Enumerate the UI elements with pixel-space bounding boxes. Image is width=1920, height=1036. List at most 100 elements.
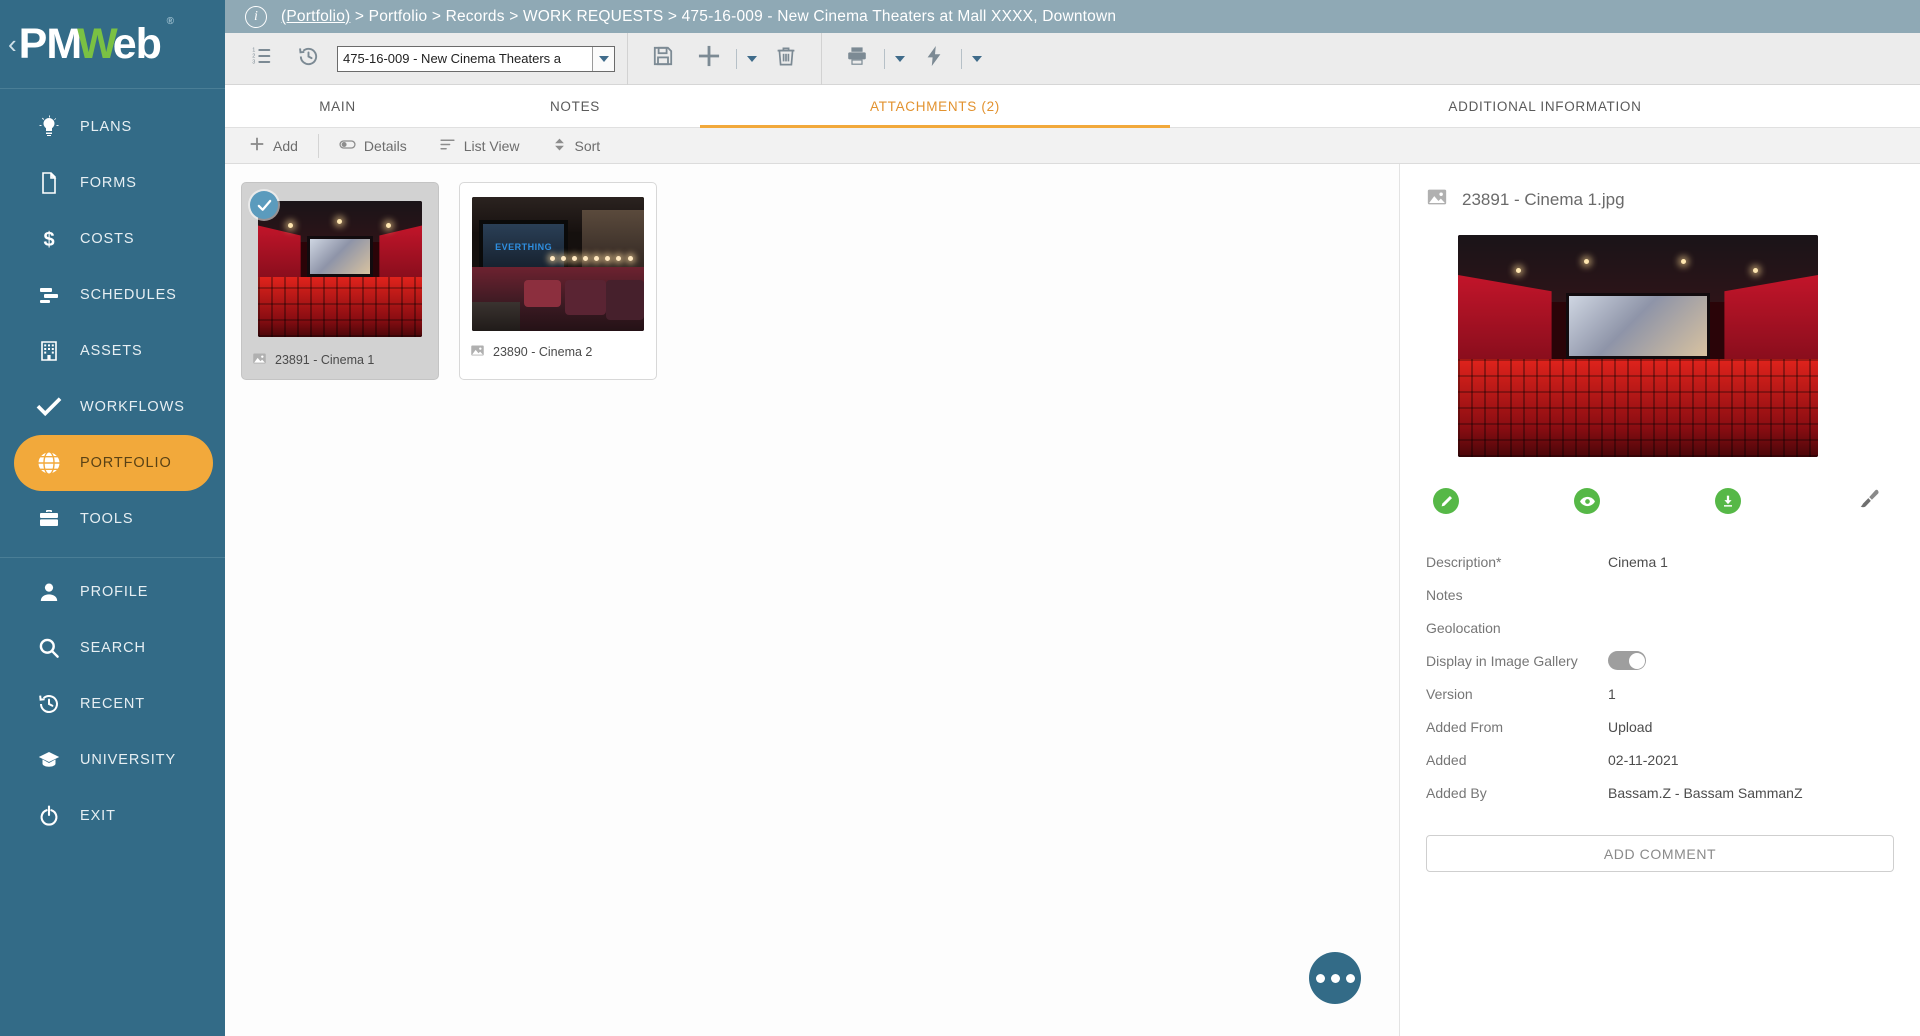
tab-attachments[interactable]: ATTACHMENTS (2) [700,85,1170,128]
attachment-fields: Description* Cinema 1 Notes Geolocation … [1426,545,1894,809]
gantt-icon [28,283,70,307]
attachment-gallery: 23891 - Cinema 1 EVERTHING [225,164,1400,1036]
chevron-down-icon[interactable] [592,47,614,71]
list-view-button[interactable]: List View [423,128,536,164]
record-toolbar: 123 475-16-009 - New Cinema Theaters a [225,33,1920,85]
actions-dropdown-toggle[interactable] [966,39,988,79]
breadcrumb-root-link[interactable]: (Portfolio) [281,8,350,25]
trash-icon [774,44,798,73]
sidebar-item-label: PORTFOLIO [80,455,172,471]
tab-bar: MAIN NOTES ATTACHMENTS (2) ADDITIONAL IN… [225,85,1920,128]
sidebar-item-label: RECENT [80,696,145,712]
sidebar-item-label: TOOLS [80,511,133,527]
sidebar: ‹ PMWeb ® PLANS FORMS $ [0,0,225,1036]
tab-main[interactable]: MAIN [225,85,450,128]
sidebar-item-costs[interactable]: $ COSTS [14,211,213,267]
field-label: Added By [1426,785,1608,801]
actions-split-button[interactable] [911,36,988,82]
svg-text:$: $ [43,229,54,251]
sort-label: Sort [575,138,601,154]
attachment-thumbnail: EVERTHING [460,183,656,335]
markup-action-button[interactable] [1855,487,1883,515]
add-dropdown-toggle[interactable] [741,39,763,79]
add-button[interactable] [686,36,732,82]
attachment-caption: 23891 - Cinema 1 [242,343,438,379]
field-label: Description* [1426,554,1608,570]
toggle-icon [339,136,364,156]
tab-notes[interactable]: NOTES [450,85,700,128]
attachment-toolbar: Add Details List View Sort [225,128,1920,164]
add-comment-label: ADD COMMENT [1604,846,1716,862]
tab-label: NOTES [550,99,600,114]
print-dropdown-toggle[interactable] [889,39,911,79]
attachment-card[interactable]: 23891 - Cinema 1 [241,182,439,380]
breadcrumb-bar: i (Portfolio) > Portfolio > Records > WO… [225,0,1920,33]
sidebar-item-plans[interactable]: PLANS [14,99,213,155]
sidebar-item-tools[interactable]: TOOLS [14,491,213,547]
actions-button[interactable] [911,36,957,82]
info-icon[interactable]: i [245,6,267,28]
view-action-button[interactable] [1573,487,1601,515]
sidebar-item-label: WORKFLOWS [80,399,185,415]
app-logo[interactable]: ‹ PMWeb ® [0,0,225,88]
display-in-gallery-toggle[interactable] [1608,651,1646,670]
attachment-card-list: 23891 - Cinema 1 EVERTHING [241,182,1399,380]
download-action-button[interactable] [1714,487,1742,515]
sidebar-item-forms[interactable]: FORMS [14,155,213,211]
sidebar-item-search[interactable]: SEARCH [14,620,213,676]
sidebar-collapse-chevron-icon[interactable]: ‹ [8,31,17,57]
details-label: Details [364,138,407,154]
lightbulb-icon [28,115,70,139]
selected-check-icon [250,191,278,219]
field-added-by: Added By Bassam.Z - Bassam SammanZ [1426,776,1894,809]
add-split-button[interactable] [686,36,763,82]
delete-button[interactable] [763,36,809,82]
ellipsis-dot [1346,974,1355,983]
sidebar-item-workflows[interactable]: WORKFLOWS [14,379,213,435]
field-label: Geolocation [1426,620,1608,636]
print-button[interactable] [834,36,880,82]
list-view-icon [439,136,464,156]
field-added-from: Added From Upload [1426,710,1894,743]
sidebar-item-recent[interactable]: RECENT [14,676,213,732]
sidebar-item-profile[interactable]: PROFILE [14,564,213,620]
field-added: Added 02-11-2021 [1426,743,1894,776]
sidebar-item-exit[interactable]: EXIT [14,788,213,844]
sort-button[interactable]: Sort [536,128,617,164]
main-area: i (Portfolio) > Portfolio > Records > WO… [225,0,1920,1036]
tab-additional-information[interactable]: ADDITIONAL INFORMATION [1170,85,1920,128]
list-records-button[interactable]: 123 [239,36,285,82]
history-icon [28,692,70,716]
field-value: 1 [1608,686,1616,702]
record-select[interactable]: 475-16-009 - New Cinema Theaters a [337,46,615,72]
split-divider [884,49,885,69]
sidebar-item-portfolio[interactable]: PORTFOLIO [14,435,213,491]
record-history-button[interactable] [285,36,331,82]
field-value: Upload [1608,719,1652,735]
more-options-fab[interactable] [1309,952,1361,1004]
split-divider [736,49,737,69]
field-value[interactable]: Cinema 1 [1608,554,1668,570]
attachment-caption-label: 23890 - Cinema 2 [493,345,592,359]
edit-action-button[interactable] [1432,487,1460,515]
add-comment-button[interactable]: ADD COMMENT [1426,835,1894,872]
sort-arrows-icon [552,136,575,156]
breadcrumb: (Portfolio) > Portfolio > Records > WORK… [281,8,1116,26]
sidebar-item-label: ASSETS [80,343,143,359]
print-split-button[interactable] [834,36,911,82]
sidebar-item-assets[interactable]: ASSETS [14,323,213,379]
printer-icon [845,44,869,73]
field-label: Display in Image Gallery [1426,653,1608,669]
attachment-card[interactable]: EVERTHING [459,182,657,380]
attachment-preview-image[interactable] [1458,235,1818,457]
eye-circle-icon [1574,488,1600,514]
attachment-detail-panel: 23891 - Cinema 1.jpg [1400,164,1920,1036]
add-attachment-label: Add [273,138,298,154]
sidebar-item-schedules[interactable]: SCHEDULES [14,267,213,323]
details-toggle-button[interactable]: Details [323,128,423,164]
save-button[interactable] [640,36,686,82]
attachment-caption: 23890 - Cinema 2 [460,335,656,371]
sidebar-item-university[interactable]: UNIVERSITY [14,732,213,788]
add-attachment-button[interactable]: Add [233,128,314,164]
cinema-1-image [258,201,422,337]
